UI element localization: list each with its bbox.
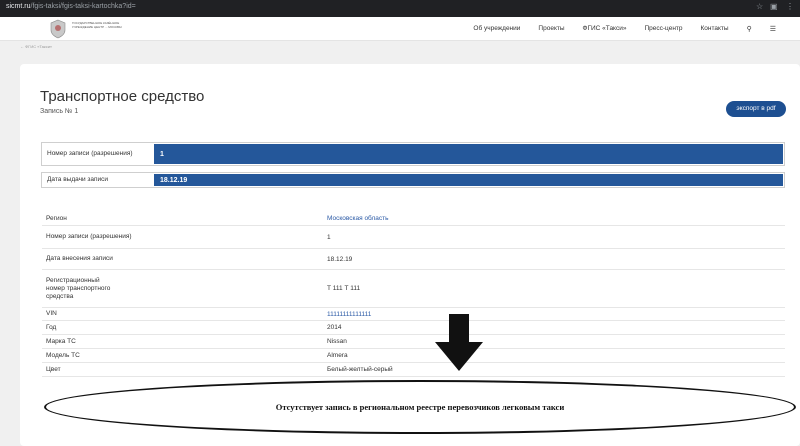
nav-contacts[interactable]: Контакты — [701, 25, 729, 33]
row-label: Год — [46, 323, 57, 331]
field-label: Дата выдачи записи — [47, 176, 109, 183]
row-label: Марка ТС — [46, 337, 76, 345]
highlight-row-record-number: Номер записи (разрешения) 1 — [41, 142, 785, 166]
row-value: 18.12.19 — [327, 255, 353, 263]
row-label: Цвет — [46, 365, 61, 373]
row-value: 2014 — [327, 324, 342, 331]
row-value: 1 — [327, 233, 331, 241]
main-nav: Об учреждении Проекты ФГИС «Такси» Пресс… — [473, 25, 776, 33]
table-row: Дата внесения записи 18.12.19 — [42, 249, 785, 270]
down-arrow-icon — [435, 314, 483, 371]
row-label: Модель ТС — [46, 351, 80, 359]
nav-projects[interactable]: Проекты — [538, 25, 564, 33]
row-label: VIN — [46, 310, 57, 317]
row-label: Номер записи (разрешения) — [46, 233, 132, 240]
row-label: Дата внесения записи — [46, 255, 113, 262]
breadcrumb[interactable]: ← ФГИС «Такси» — [20, 44, 52, 49]
browser-toolbar: sicmt.ru/fgis-taksi/fgis-taksi-kartochka… — [0, 0, 800, 17]
search-icon[interactable]: ⚲ — [747, 25, 752, 33]
field-value: 1 — [154, 144, 783, 164]
table-row: Регистрационный номер транспортного сред… — [42, 270, 785, 308]
row-label: Регион — [46, 214, 67, 222]
emblem-logo-icon[interactable] — [48, 19, 68, 39]
menu-icon[interactable]: ☰ — [770, 25, 776, 33]
field-label: Номер записи (разрешения) — [47, 150, 133, 157]
row-label: Регистрационный номер транспортного сред… — [46, 276, 111, 300]
export-pdf-button[interactable]: экспорт в pdf — [726, 101, 786, 117]
table-row: Год 2014 — [42, 321, 785, 335]
table-row: Регион Московская область — [42, 212, 785, 226]
table-row: Номер записи (разрешения) 1 — [42, 226, 785, 249]
row-value: Almera — [327, 352, 348, 359]
address-bar[interactable]: sicmt.ru/fgis-taksi/fgis-taksi-kartochka… — [6, 3, 136, 10]
nav-fgis-taxi[interactable]: ФГИС «Такси» — [583, 25, 627, 33]
field-value: 18.12.19 — [154, 174, 783, 186]
url-path: /fgis-taksi/fgis-taksi-kartochka?id= — [30, 3, 136, 10]
table-row: Цвет Белый-желтый-серый — [42, 363, 785, 377]
row-value: Т 111 Т 111 — [327, 285, 361, 292]
record-number: Запись № 1 — [40, 108, 79, 115]
nav-about[interactable]: Об учреждении — [473, 25, 520, 33]
table-row: Модель ТС Almera — [42, 349, 785, 363]
nav-press-center[interactable]: Пресс-центр — [644, 25, 682, 33]
highlight-row-issue-date: Дата выдачи записи 18.12.19 — [41, 172, 785, 188]
details-table: Регион Московская область Номер записи (… — [42, 212, 785, 377]
annotation-ellipse: Отсутствует запись в региональном реестр… — [44, 380, 796, 434]
page-title: Транспортное средство — [40, 88, 205, 105]
bookmark-star-icon[interactable]: ☆ — [756, 2, 763, 11]
table-row: Марка ТС Nissan — [42, 335, 785, 349]
row-value: Белый-желтый-серый — [327, 366, 393, 373]
logo-text: ГОСУДАРСТВЕННОЕ КАЗЁННОЕ УЧРЕЖДЕНИЕ ЦЕНТ… — [72, 21, 122, 29]
row-value: Nissan — [327, 338, 347, 345]
annotation-text: Отсутствует запись в региональном реестр… — [275, 402, 565, 412]
browser-menu-icon[interactable]: ⋮ — [786, 2, 794, 11]
site-header: ГОСУДАРСТВЕННОЕ КАЗЁННОЕ УЧРЕЖДЕНИЕ ЦЕНТ… — [0, 17, 800, 41]
url-domain: sicmt.ru — [6, 3, 31, 10]
table-row: VIN 11111111111111 — [42, 308, 785, 321]
row-value: Московская область — [327, 215, 389, 222]
row-value: 11111111111111 — [327, 310, 372, 318]
extension-icon[interactable]: ▣ — [770, 2, 778, 11]
